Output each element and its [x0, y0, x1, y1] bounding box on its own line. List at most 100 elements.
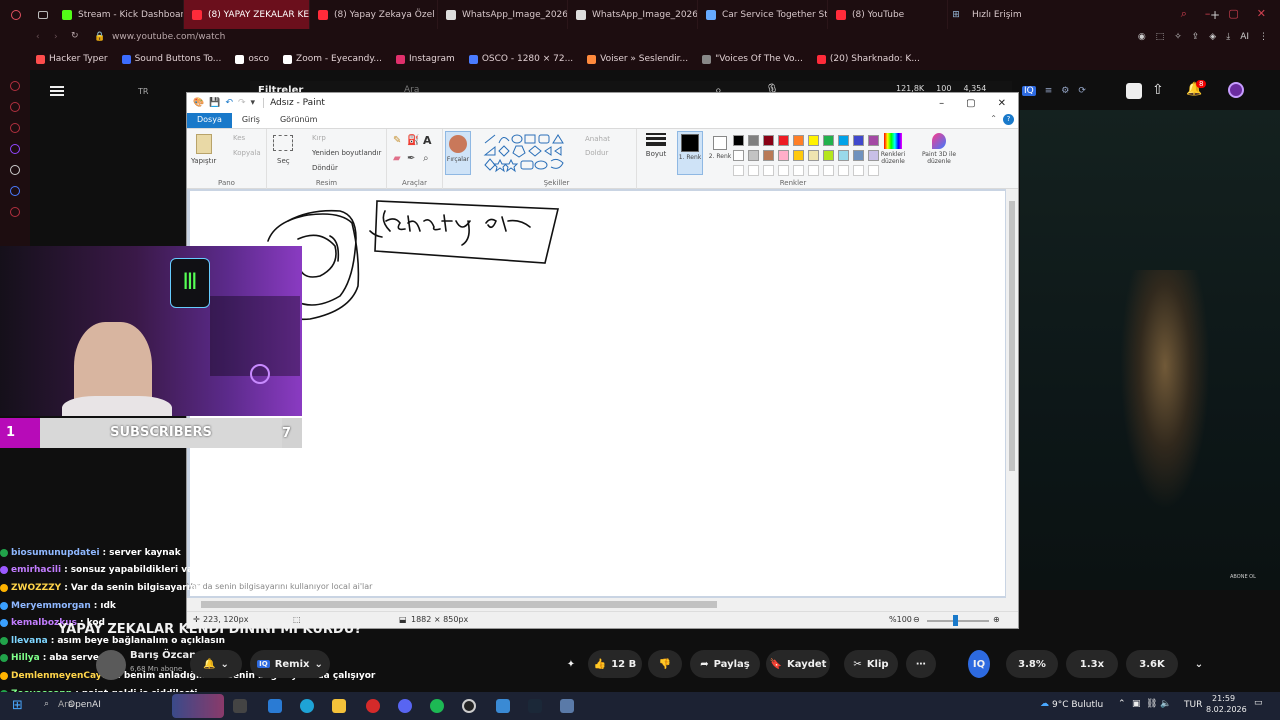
paint-close-icon[interactable]: ✕: [998, 98, 1006, 109]
obs-icon[interactable]: [462, 699, 476, 713]
input-language[interactable]: TUR: [1184, 700, 1202, 710]
rail-x-icon[interactable]: [10, 165, 20, 175]
ext-refresh-icon[interactable]: ⟳: [1078, 86, 1086, 96]
paint-taskbar-icon[interactable]: [560, 699, 574, 713]
chat-username[interactable]: llevana: [11, 636, 48, 646]
steam-icon[interactable]: [528, 699, 542, 713]
palette-swatch[interactable]: [733, 150, 744, 161]
ai-button[interactable]: AI: [1240, 32, 1249, 42]
reload-icon[interactable]: ↻: [71, 31, 79, 41]
menu-home[interactable]: Giriş: [232, 113, 270, 128]
video-player[interactable]: ABONE OL: [1020, 110, 1280, 590]
edge-icon[interactable]: [300, 699, 314, 713]
crop-button[interactable]: Kırp: [312, 134, 326, 142]
tray-network-icon[interactable]: ⛓: [1146, 699, 1157, 709]
chat-username[interactable]: emirhacili: [11, 565, 61, 575]
palette-swatch[interactable]: [793, 150, 804, 161]
bookmark-item[interactable]: Zoom - Eyecandy...: [283, 54, 382, 64]
bookmark-item[interactable]: Voiser » Seslendir...: [587, 54, 688, 64]
magnifier-icon[interactable]: ⌕: [423, 153, 429, 164]
palette-swatch[interactable]: [763, 135, 774, 146]
size-button[interactable]: Boyut: [641, 131, 671, 175]
palette-swatch[interactable]: [778, 150, 789, 161]
dislike-button[interactable]: 👎: [648, 650, 682, 678]
workspaces-icon[interactable]: [32, 0, 54, 29]
taskbar-search-icon[interactable]: ⌕: [44, 699, 49, 709]
share-icon[interactable]: ⇪: [1192, 32, 1200, 42]
bookmark-item[interactable]: (20) Sharknado: K...: [816, 54, 920, 64]
rail-home-icon[interactable]: [10, 81, 20, 91]
palette-swatch-empty[interactable]: [823, 165, 834, 176]
rail-instagram-icon[interactable]: [10, 123, 20, 133]
tab-6[interactable]: (8) YouTube: [828, 0, 948, 29]
start-icon[interactable]: ⊞: [12, 698, 23, 713]
qa-save-icon[interactable]: 💾: [209, 98, 220, 108]
text-icon[interactable]: A: [423, 134, 432, 147]
menu-file[interactable]: Dosya: [187, 113, 232, 128]
shapes-gallery[interactable]: [483, 133, 583, 173]
channel-name[interactable]: Barış Özcan: [96, 650, 196, 661]
paint-minimize-icon[interactable]: –: [939, 98, 944, 109]
palette-swatch[interactable]: [823, 150, 834, 161]
tab-4[interactable]: WhatsApp_Image_2026-0: [568, 0, 698, 29]
bookmark-item[interactable]: Instagram: [396, 54, 455, 64]
discord-icon[interactable]: [398, 699, 412, 713]
edit-colors-button[interactable]: Renkleri düzenle: [879, 133, 907, 177]
taskbar-widget-image[interactable]: [172, 694, 224, 718]
brushes-button[interactable]: Fırçalar: [445, 131, 471, 175]
ribbon-collapse-icon[interactable]: ⌃: [984, 113, 1003, 128]
tab-0[interactable]: Stream - Kick Dashboard: [54, 0, 184, 29]
bookmark-item[interactable]: Sound Buttons To...: [121, 54, 221, 64]
menu-view[interactable]: Görünüm: [270, 113, 327, 128]
clock-date[interactable]: 8.02.2026: [1206, 705, 1247, 714]
tab-3[interactable]: WhatsApp_Image_2026-0: [438, 0, 568, 29]
paint3d-button[interactable]: Paint 3D ile düzenle: [917, 133, 961, 177]
iq-button[interactable]: IQ: [968, 650, 990, 678]
qa-redo-icon[interactable]: ↷: [238, 98, 246, 108]
palette-swatch[interactable]: [853, 150, 864, 161]
palette-swatch[interactable]: [823, 135, 834, 146]
palette-swatch[interactable]: [808, 150, 819, 161]
palette-swatch[interactable]: [733, 135, 744, 146]
color2-button[interactable]: 2. Renk: [707, 131, 733, 175]
taskbar-openai[interactable]: OpenAI: [68, 700, 101, 710]
paste-button[interactable]: Yapıştır: [191, 157, 216, 165]
palette-swatch[interactable]: [853, 135, 864, 146]
fill-icon[interactable]: ⛽: [407, 135, 419, 146]
palette-swatch[interactable]: [748, 150, 759, 161]
ext-translate-icon[interactable]: ⚙: [1061, 86, 1069, 96]
grid-icon[interactable]: ⊞: [948, 0, 964, 29]
palette-swatch[interactable]: [868, 135, 879, 146]
share-button[interactable]: ➦ Paylaş: [690, 650, 760, 678]
back-icon[interactable]: ‹: [36, 32, 40, 42]
ext-lines-icon[interactable]: ≡: [1045, 86, 1053, 96]
window-maximize-icon[interactable]: ▢: [1228, 7, 1238, 21]
rail-translate-icon[interactable]: [10, 186, 20, 196]
fill-button[interactable]: Doldur: [585, 149, 608, 157]
clock-time[interactable]: 21:59: [1212, 694, 1235, 703]
bookmark-item[interactable]: osco: [235, 54, 269, 64]
puzzle-icon[interactable]: ✧: [1174, 32, 1182, 42]
ext-expand-icon[interactable]: ⌄: [1190, 650, 1208, 678]
help-icon[interactable]: ?: [1003, 114, 1014, 125]
chat-username[interactable]: ZWOZZZY: [11, 583, 61, 593]
pencil-icon[interactable]: ✎: [393, 135, 401, 146]
zoom-out-icon[interactable]: ⊖: [913, 615, 920, 624]
extension-icon[interactable]: ◉: [1138, 32, 1146, 42]
zoom-slider-thumb[interactable]: [953, 615, 958, 626]
yt-avatar[interactable]: [1228, 82, 1244, 98]
app-icon[interactable]: [496, 699, 510, 713]
color1-button[interactable]: 1. Renk: [677, 131, 703, 175]
chat-username[interactable]: Meryemmorgan: [11, 601, 91, 611]
taskview-icon[interactable]: [233, 699, 247, 713]
window-close-icon[interactable]: ✕: [1257, 7, 1266, 21]
palette-swatch-empty[interactable]: [748, 165, 759, 176]
tab-quick-access[interactable]: Hızlı Erişim: [964, 0, 1030, 29]
palette-swatch-empty[interactable]: [853, 165, 864, 176]
palette-swatch-empty[interactable]: [778, 165, 789, 176]
palette-swatch[interactable]: [838, 150, 849, 161]
chat-username[interactable]: biosumunupdatei: [11, 548, 100, 558]
spotify-icon[interactable]: [430, 699, 444, 713]
browser-menu-icon[interactable]: [0, 0, 32, 29]
eraser-icon[interactable]: ▰: [393, 153, 401, 164]
